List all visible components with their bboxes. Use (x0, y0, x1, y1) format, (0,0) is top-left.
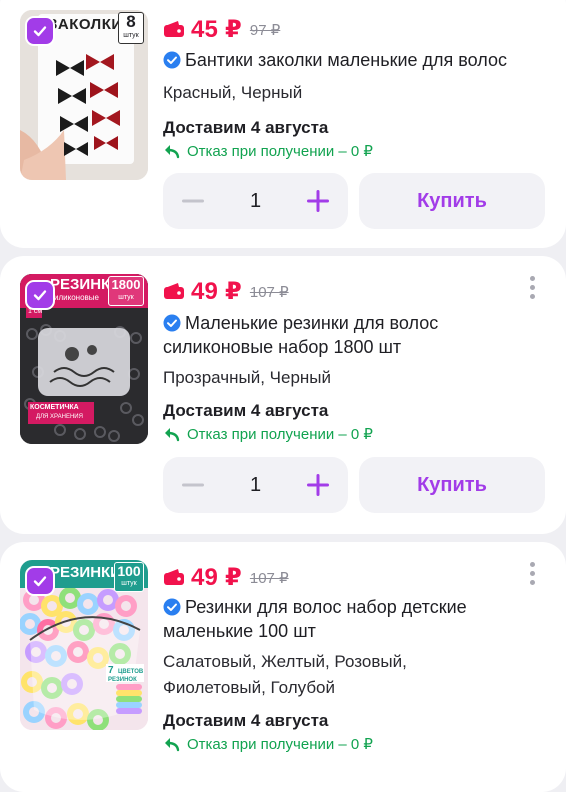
price-row: 49 ₽ 107 ₽ (163, 276, 289, 306)
return-arrow-icon (165, 738, 180, 752)
cart-item-1: ЗАКОЛКИ 8 штук 45 ₽ 97 ₽ Бантики заколки… (0, 0, 566, 248)
delivery-date: Доставим 4 августа (163, 401, 329, 420)
plus-icon (307, 190, 329, 212)
image-colors-label: 7 ЦВЕТОВ РЕЗИНОК (108, 665, 144, 684)
product-image[interactable]: ЗАКОЛКИ 8 штук (20, 10, 148, 180)
verified-icon (163, 314, 181, 332)
image-colors-number: 7 (108, 665, 114, 676)
product-image[interactable]: РЕЗИНКИ силиконовые 1800 штук 1 см КОСМЕ… (20, 274, 148, 444)
product-title[interactable]: Маленькие резинки для волос силиконовые … (163, 311, 548, 359)
increase-button[interactable] (306, 473, 330, 497)
image-badge-unit: штук (121, 580, 137, 587)
product-title-text: Бантики заколки маленькие для волос (185, 50, 507, 70)
image-subcaption: силиконовые (50, 293, 99, 302)
old-price: 97 ₽ (249, 22, 281, 39)
image-badge-unit: штук (118, 294, 134, 301)
plus-icon (307, 474, 329, 496)
price: 49 ₽ (191, 563, 242, 591)
image-badge: 100 штук (114, 562, 144, 592)
product-title-text: Маленькие резинки для волос силиконовые … (163, 313, 439, 357)
delivery-date: Доставим 4 августа (163, 118, 329, 137)
old-price: 107 ₽ (249, 284, 289, 301)
product-image[interactable]: РЕЗИНКИ 100 штук 7 ЦВЕТОВ РЕЗИНОК (20, 560, 148, 730)
image-colors-word: ЦВЕТОВ (118, 669, 144, 675)
image-caption: РЕЗИНКИ (50, 564, 121, 581)
refund-info: Отказ при получении – 0 ₽ (163, 735, 373, 753)
checkbox-checked-icon (33, 26, 47, 37)
price-row: 45 ₽ 97 ₽ (163, 14, 280, 44)
cart-item-3: РЕЗИНКИ 100 штук 7 ЦВЕТОВ РЕЗИНОК 49 ₽ 1… (0, 542, 566, 792)
product-title[interactable]: Резинки для волос набор детские маленьки… (163, 595, 548, 643)
wallet-icon (164, 283, 184, 299)
delivery-date: Доставим 4 августа (163, 711, 329, 730)
price: 49 ₽ (191, 277, 242, 305)
refund-text: Отказ при получении – 0 ₽ (187, 143, 373, 160)
image-badge-number: 8 (126, 12, 136, 31)
product-variant: Красный, Черный (163, 83, 303, 102)
buy-button[interactable]: Купить (359, 457, 545, 513)
refund-info: Отказ при получении – 0 ₽ (163, 142, 373, 160)
refund-text: Отказ при получении – 0 ₽ (187, 736, 373, 753)
quantity-stepper: 1 (163, 173, 348, 229)
increase-button[interactable] (306, 189, 330, 213)
wallet-icon (164, 21, 184, 37)
wallet-icon (164, 569, 184, 585)
product-variant: Салатовый, Желтый, Розовый, Фиолетовый, … (163, 652, 407, 697)
quantity-value: 1 (249, 189, 262, 212)
verified-icon (163, 598, 181, 616)
product-variant: Прозрачный, Черный (163, 368, 332, 387)
image-badge: 1800 штук (108, 276, 144, 306)
quantity-stepper: 1 (163, 457, 348, 513)
price: 45 ₽ (191, 15, 242, 43)
old-price: 107 ₽ (249, 570, 289, 587)
image-caption: ЗАКОЛКИ (48, 16, 123, 33)
select-checkbox[interactable] (25, 280, 55, 310)
image-bottom-label: КОСМЕТИЧКА (30, 404, 79, 411)
decrease-button[interactable] (181, 189, 205, 213)
minus-icon (182, 199, 204, 203)
checkbox-checked-icon (33, 576, 47, 587)
refund-text: Отказ при получении – 0 ₽ (187, 426, 373, 443)
more-vertical-icon[interactable] (528, 276, 536, 306)
quantity-value: 1 (249, 473, 262, 496)
image-bottom-sublabel: ДЛЯ ХРАНЕНИЯ (36, 414, 83, 420)
more-vertical-icon[interactable] (528, 562, 536, 592)
verified-icon (163, 51, 181, 69)
return-arrow-icon (165, 145, 180, 159)
select-checkbox[interactable] (25, 566, 55, 596)
image-badge: 8 штук (118, 12, 144, 44)
image-badge-number: 100 (117, 563, 141, 579)
image-colors-subword: РЕЗИНОК (108, 677, 137, 683)
product-title[interactable]: Бантики заколки маленькие для волос (163, 48, 548, 72)
checkbox-checked-icon (33, 290, 47, 301)
select-checkbox[interactable] (25, 16, 55, 46)
minus-icon (182, 483, 204, 487)
return-arrow-icon (165, 428, 180, 442)
image-badge-unit: штук (123, 32, 139, 39)
price-row: 49 ₽ 107 ₽ (163, 562, 289, 592)
image-badge-number: 1800 (111, 277, 141, 292)
cart-item-2: РЕЗИНКИ силиконовые 1800 штук 1 см КОСМЕ… (0, 256, 566, 534)
decrease-button[interactable] (181, 473, 205, 497)
buy-button[interactable]: Купить (359, 173, 545, 229)
refund-info: Отказ при получении – 0 ₽ (163, 425, 373, 443)
product-title-text: Резинки для волос набор детские маленьки… (163, 597, 467, 641)
